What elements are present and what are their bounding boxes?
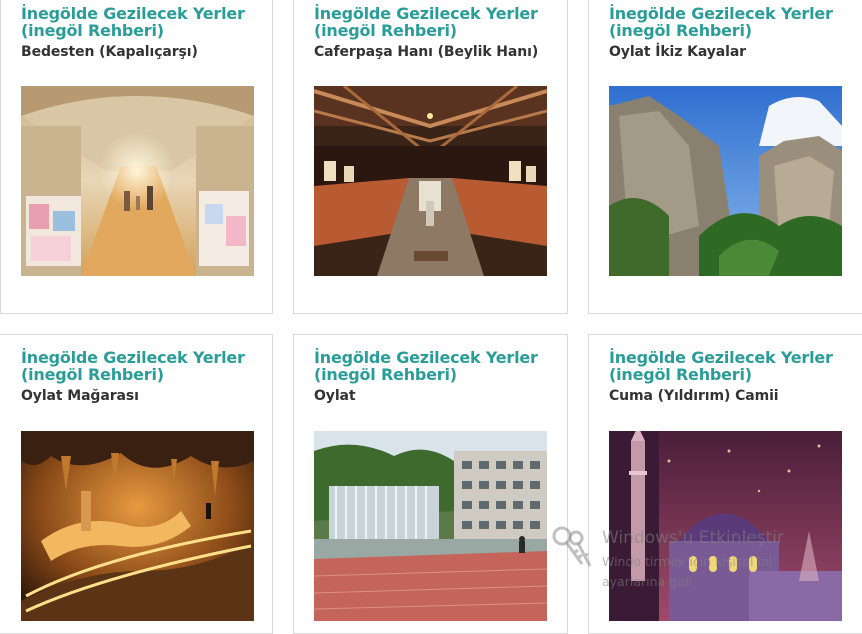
place-card: İnegölde Gezilecek Yerler (inegöl Rehber… xyxy=(0,0,273,314)
place-card: İnegölde Gezilecek Yerler (inegöl Rehber… xyxy=(588,334,862,634)
place-card: İnegölde Gezilecek Yerler (inegöl Rehber… xyxy=(588,0,862,314)
card-title-link[interactable]: İnegölde Gezilecek Yerler (inegöl Rehber… xyxy=(21,349,251,383)
place-card: İnegölde Gezilecek Yerler (inegöl Rehber… xyxy=(293,334,568,634)
card-title-link[interactable]: İnegölde Gezilecek Yerler (inegöl Rehber… xyxy=(314,349,544,383)
oylat-twin-rocks-photo[interactable] xyxy=(609,86,842,276)
oylat-cave-photo[interactable] xyxy=(21,431,254,621)
bedesten-bazaar-photo[interactable] xyxy=(21,86,254,276)
place-card: İnegölde Gezilecek Yerler (inegöl Rehber… xyxy=(0,334,273,634)
card-subtitle: Caferpaşa Hanı (Beylik Hanı) xyxy=(314,44,539,60)
card-subtitle: Oylat xyxy=(314,388,356,404)
card-title-link[interactable]: İnegölde Gezilecek Yerler (inegöl Rehber… xyxy=(609,5,839,39)
card-title-link[interactable]: İnegölde Gezilecek Yerler (inegöl Rehber… xyxy=(314,5,544,39)
card-subtitle: Oylat Mağarası xyxy=(21,388,139,404)
card-subtitle: Oylat İkiz Kayalar xyxy=(609,44,746,60)
caferpasa-hani-photo[interactable] xyxy=(314,86,547,276)
card-subtitle: Bedesten (Kapalıçarşı) xyxy=(21,44,198,60)
card-title-link[interactable]: İnegölde Gezilecek Yerler (inegöl Rehber… xyxy=(21,5,251,39)
place-card: İnegölde Gezilecek Yerler (inegöl Rehber… xyxy=(293,0,568,314)
card-subtitle: Cuma (Yıldırım) Camii xyxy=(609,388,779,404)
card-title-link[interactable]: İnegölde Gezilecek Yerler (inegöl Rehber… xyxy=(609,349,839,383)
oylat-waterfall-photo[interactable] xyxy=(314,431,547,621)
cuma-mosque-photo[interactable] xyxy=(609,431,842,621)
